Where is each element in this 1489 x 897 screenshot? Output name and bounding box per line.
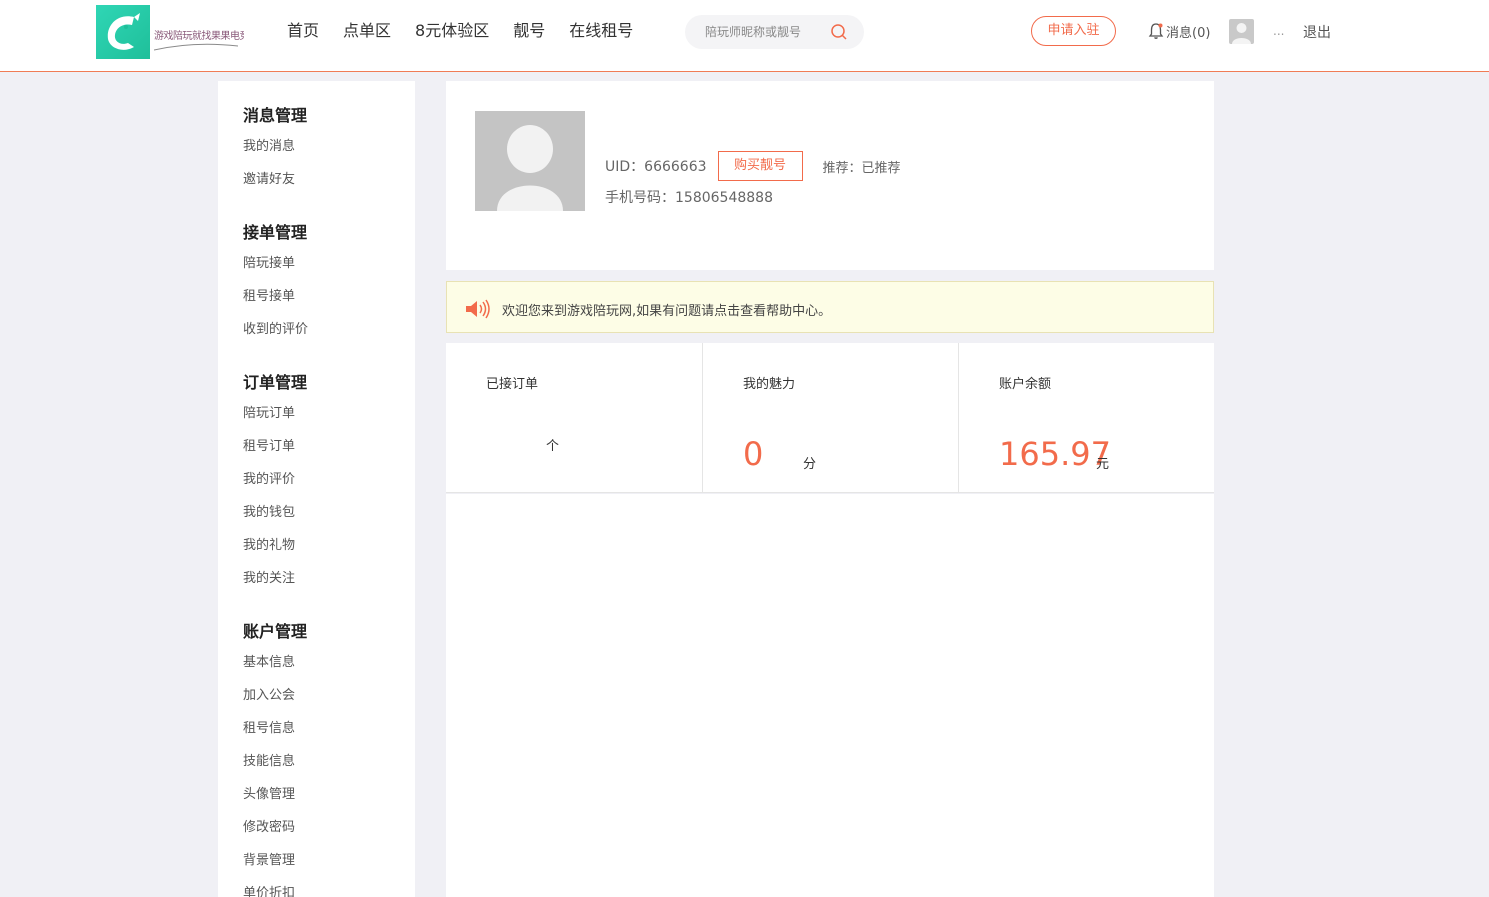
logo-swoosh: [154, 43, 238, 51]
nav-order-zone[interactable]: 点单区: [343, 20, 391, 42]
sidebar-item-avatar-management[interactable]: 头像管理: [243, 783, 295, 802]
sidebar-group-title-orders: 订单管理: [243, 373, 308, 392]
user-avatar[interactable]: [1229, 19, 1254, 44]
sidebar-group-title-orders-taking: 接单管理: [243, 223, 308, 242]
stat-charm-label: 我的魅力: [743, 377, 796, 392]
welcome-notice: 欢迎您来到游戏陪玩网,如果有问题请点击查看帮助中心。: [446, 281, 1214, 333]
sidebar-item-companion-orders[interactable]: 陪玩订单: [243, 402, 295, 421]
messages-link[interactable]: 消息(0): [1166, 22, 1210, 41]
stat-balance: 账户余额 165.97 元: [958, 343, 1214, 493]
main-nav: 首页 点单区 8元体验区 靓号 在线租号: [287, 20, 657, 42]
stat-orders: 已接订单 个: [446, 343, 702, 493]
profile-card: UID：6666663 购买靓号 推荐：已推荐 手机号码：15806548888: [446, 81, 1214, 270]
speaker-icon: [466, 299, 490, 319]
sidebar-item-skill-info[interactable]: 技能信息: [243, 750, 295, 769]
nav-home[interactable]: 首页: [287, 20, 319, 42]
stat-charm-value: 0: [743, 435, 764, 473]
stat-orders-unit: 个: [546, 439, 560, 454]
stat-orders-label: 已接订单: [486, 377, 539, 392]
profile-avatar[interactable]: [475, 111, 585, 211]
notice-text[interactable]: 欢迎您来到游戏陪玩网,如果有问题请点击查看帮助中心。: [502, 300, 831, 319]
logout-link[interactable]: 退出: [1303, 22, 1331, 42]
stat-balance-unit: 元: [1096, 457, 1110, 472]
search-icon[interactable]: [830, 23, 848, 41]
stat-charm: 我的魅力 0 分: [702, 343, 958, 493]
sidebar-item-my-wallet[interactable]: 我的钱包: [243, 501, 295, 520]
sidebar: 消息管理 我的消息 邀请好友 接单管理 陪玩接单 租号接单 收到的评价 订单管理…: [218, 81, 415, 897]
sidebar-item-received-reviews[interactable]: 收到的评价: [243, 318, 308, 337]
sidebar-item-invite-friends[interactable]: 邀请好友: [243, 168, 295, 187]
nav-account-rental[interactable]: 在线租号: [569, 20, 633, 42]
sidebar-item-my-follows[interactable]: 我的关注: [243, 567, 295, 586]
sidebar-item-rental-orders[interactable]: 租号订单: [243, 435, 295, 454]
sidebar-item-basic-info[interactable]: 基本信息: [243, 651, 295, 670]
stat-balance-label: 账户余额: [999, 377, 1052, 392]
search-box: [685, 15, 864, 49]
top-header: 游戏陪玩就找果果电竞 首页 点单区 8元体验区 靓号 在线租号 申请入驻 消息(…: [0, 0, 1489, 72]
sidebar-item-my-messages[interactable]: 我的消息: [243, 135, 295, 154]
sidebar-item-background-management[interactable]: 背景管理: [243, 849, 295, 868]
search-input[interactable]: [705, 23, 825, 41]
default-avatar-icon: [497, 125, 563, 211]
uid-row: UID：6666663 购买靓号 推荐：已推荐: [605, 151, 901, 181]
sidebar-item-change-password[interactable]: 修改密码: [243, 816, 295, 835]
sidebar-item-join-guild[interactable]: 加入公会: [243, 684, 295, 703]
username-ellipsis[interactable]: ...: [1273, 24, 1284, 38]
sidebar-item-my-reviews[interactable]: 我的评价: [243, 468, 295, 487]
recommend-status: 推荐：已推荐: [822, 160, 901, 176]
main-content-area: [446, 494, 1214, 897]
apply-join-button[interactable]: 申请入驻: [1031, 16, 1116, 46]
sidebar-item-rental-info[interactable]: 租号信息: [243, 717, 295, 736]
logo-text: 游戏陪玩就找果果电竞: [154, 31, 244, 42]
sidebar-item-my-gifts[interactable]: 我的礼物: [243, 534, 295, 553]
default-avatar-icon: [1232, 23, 1251, 44]
buy-pretty-number-button[interactable]: 购买靓号: [717, 151, 803, 181]
phone-number: 手机号码：15806548888: [605, 190, 773, 206]
sidebar-item-companion-taking[interactable]: 陪玩接单: [243, 252, 295, 271]
nav-pretty-number[interactable]: 靓号: [513, 20, 545, 42]
stat-balance-value: 165.97: [999, 435, 1111, 473]
uid-text: UID：6666663: [605, 159, 707, 175]
sidebar-group-title-messages: 消息管理: [243, 106, 308, 125]
nav-trial-zone[interactable]: 8元体验区: [415, 20, 489, 42]
bell-icon[interactable]: [1148, 22, 1164, 40]
dolphin-logo-icon: [96, 5, 150, 59]
sidebar-group-title-account: 账户管理: [243, 622, 308, 641]
sidebar-item-price-discount[interactable]: 单价折扣: [243, 882, 295, 897]
site-logo[interactable]: 游戏陪玩就找果果电竞: [96, 5, 244, 59]
sidebar-item-rental-taking[interactable]: 租号接单: [243, 285, 295, 304]
stat-charm-unit: 分: [803, 457, 817, 472]
stats-panel: 已接订单 个 我的魅力 0 分 账户余额 165.97 元: [446, 343, 1214, 493]
